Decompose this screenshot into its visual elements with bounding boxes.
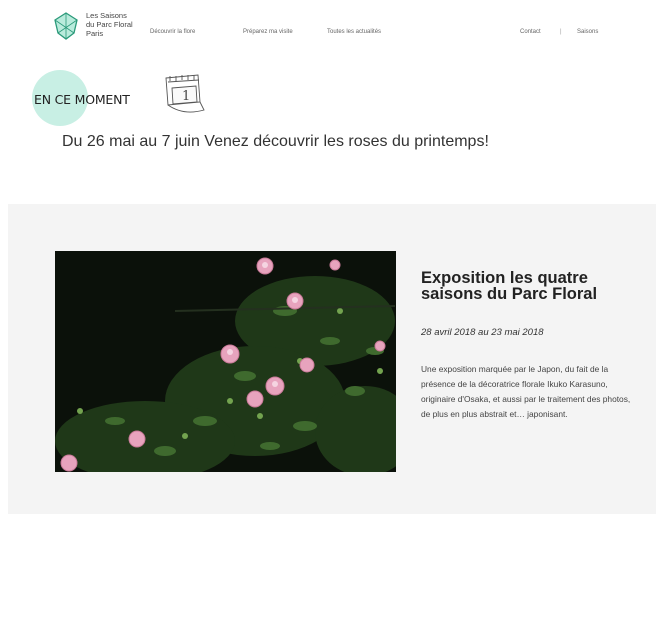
nav-link-visite[interactable]: Préparez ma visite	[243, 29, 293, 35]
svg-text:1: 1	[182, 89, 190, 104]
logo-line: Les Saisons	[86, 11, 127, 20]
nav-link-contact[interactable]: Contact	[520, 29, 541, 35]
site-header: Les Saisons du Parc Floral Paris Découvr…	[0, 0, 656, 58]
logo-line: du Parc Floral	[86, 20, 133, 29]
nav-link-actualites[interactable]: Toutes les actualités	[327, 29, 381, 35]
leaf-logo-icon	[54, 12, 78, 40]
roses-photo[interactable]	[55, 251, 396, 472]
moment-headline: Du 26 mai au 7 juin Venez découvrir les …	[62, 133, 489, 150]
feature-title[interactable]: Exposition les quatre saisons du Parc Fl…	[421, 270, 631, 303]
feature-description: Une exposition marquée par le Japon, du …	[421, 364, 631, 419]
calendar-icon: 1	[165, 74, 205, 113]
logo-text: Les Saisons du Parc Floral Paris	[86, 11, 146, 38]
site-logo[interactable]: Les Saisons du Parc Floral Paris	[52, 11, 146, 41]
nav-link-flore[interactable]: Découvrir la flore	[150, 29, 195, 35]
feature-date: 28 avril 2018 au 23 mai 2018	[421, 327, 544, 338]
nav-separator: |	[560, 29, 562, 35]
nav-link-saisons[interactable]: Saisons	[577, 29, 598, 35]
section-label: EN CE MOMENT	[34, 92, 130, 107]
logo-line: Paris	[86, 29, 104, 38]
roses-image	[55, 251, 396, 472]
